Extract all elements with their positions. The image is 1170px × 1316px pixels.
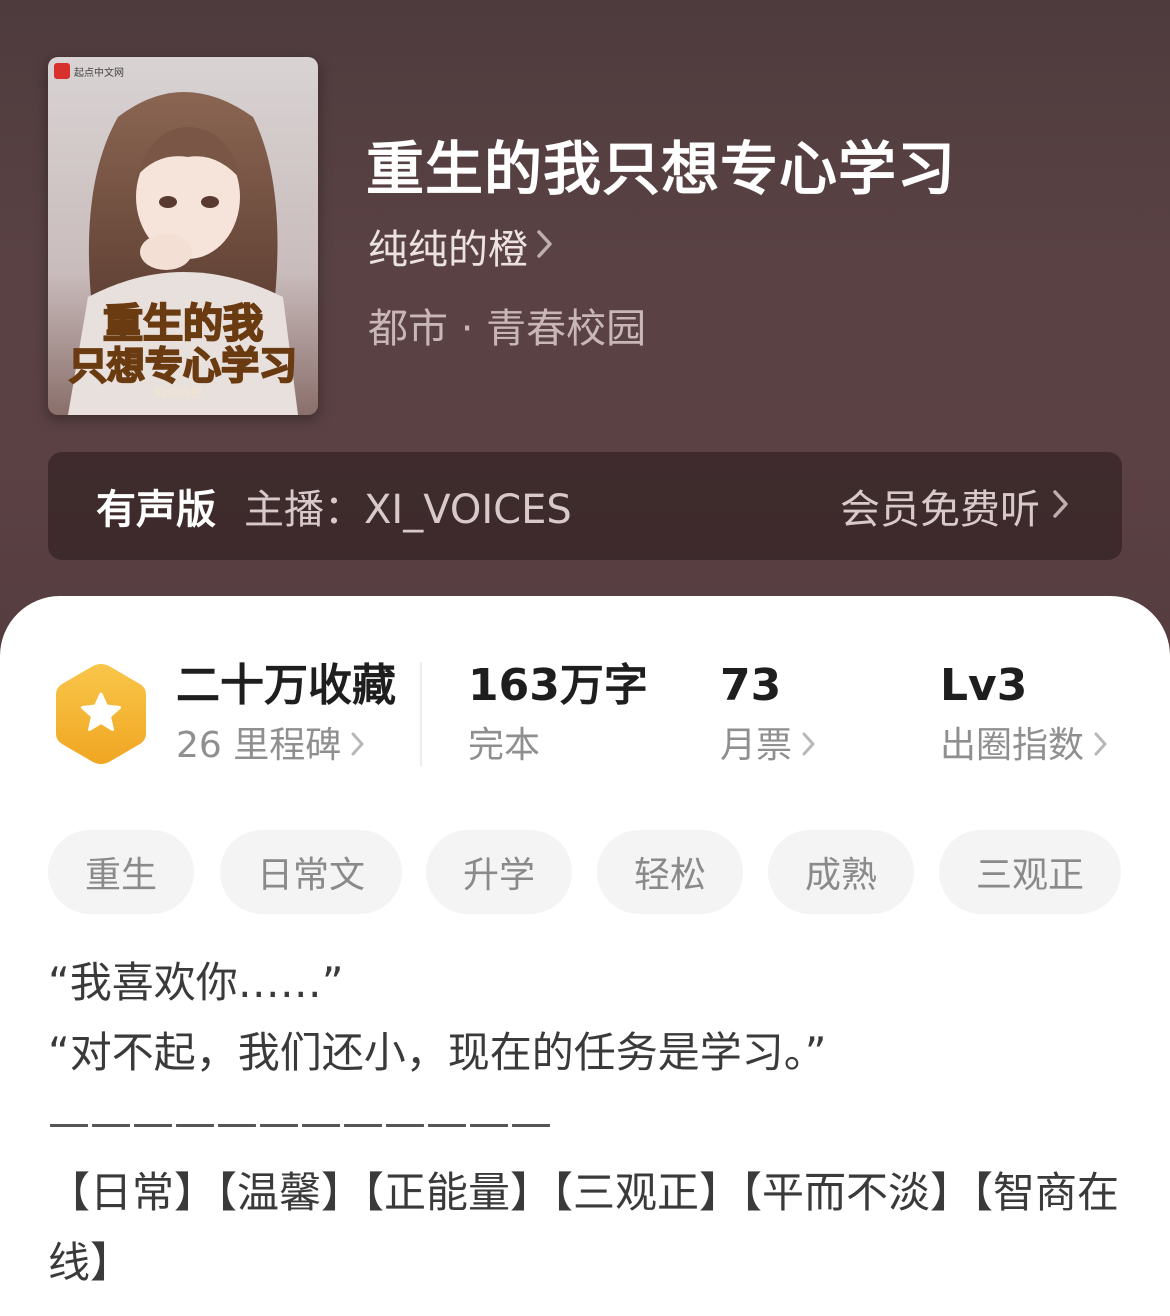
milestones-label: 26 里程碑 bbox=[176, 725, 342, 766]
stat-word-count: 163万字 完本 bbox=[468, 656, 648, 776]
audio-host: 主播：XI_VOICES bbox=[244, 487, 572, 533]
tag-chip[interactable]: 重生 bbox=[48, 830, 194, 914]
tag-chip[interactable]: 成熟 bbox=[768, 830, 914, 914]
monthly-votes-label: 月票 bbox=[720, 725, 793, 766]
audio-cta-label: 会员免费听 bbox=[840, 487, 1040, 533]
tag-list: 重生 日常文 升学 轻松 成熟 三观正 bbox=[48, 830, 1128, 914]
synopsis-divider: ———————————— bbox=[48, 1098, 552, 1147]
cover-illustration: 重生的我 只想专心学习 纯纯的橙 起点中文网 bbox=[48, 57, 318, 415]
chevron-right-icon bbox=[351, 716, 365, 776]
monthly-votes-value: 73 bbox=[720, 660, 782, 711]
chevron-right-icon bbox=[536, 229, 554, 263]
cover-publisher: 起点中文网 bbox=[74, 66, 124, 79]
synopsis-line: “对不起，我们还小，现在的任务是学习。” bbox=[48, 1028, 827, 1077]
cover-title-line1: 重生的我 bbox=[103, 301, 263, 347]
level-value: Lv3 bbox=[940, 660, 1028, 711]
publisher-logo-icon bbox=[54, 63, 70, 79]
book-cover[interactable]: 重生的我 只想专心学习 纯纯的橙 起点中文网 bbox=[48, 57, 318, 415]
book-genre[interactable]: 都市 · 青春校园 bbox=[368, 296, 646, 354]
star-hexagon-badge-icon bbox=[52, 660, 150, 768]
book-title: 重生的我只想专心学习 bbox=[366, 135, 957, 203]
book-synopsis[interactable]: “我喜欢你……” “对不起，我们还小，现在的任务是学习。” ——————————… bbox=[48, 948, 1128, 1298]
stat-level[interactable]: Lv3 出圈指数 bbox=[940, 656, 1108, 776]
stat-collections[interactable]: 二十万收藏 26 里程碑 bbox=[176, 656, 396, 776]
synopsis-line: 【日常】【温馨】【正能量】【三观正】【平而不淡】【智商在线】 bbox=[48, 1168, 1120, 1287]
synopsis-line: “我喜欢你……” bbox=[48, 958, 344, 1007]
level-label: 出圈指数 bbox=[940, 725, 1085, 766]
cover-title-line2: 只想专心学习 bbox=[69, 344, 297, 388]
word-count-value: 163万字 bbox=[468, 660, 648, 711]
chevron-right-icon bbox=[1094, 716, 1108, 776]
chevron-right-icon bbox=[1052, 489, 1070, 523]
tag-chip[interactable]: 轻松 bbox=[597, 830, 743, 914]
collections-value: 二十万收藏 bbox=[176, 660, 396, 711]
tag-chip[interactable]: 升学 bbox=[426, 830, 572, 914]
author-link[interactable]: 纯纯的橙 bbox=[368, 219, 554, 273]
chevron-right-icon bbox=[802, 716, 816, 776]
stats-divider bbox=[420, 662, 422, 766]
tag-chip[interactable]: 三观正 bbox=[939, 830, 1121, 914]
tag-chip[interactable]: 日常文 bbox=[220, 830, 402, 914]
cover-author: 纯纯的橙 bbox=[154, 385, 202, 400]
audio-label: 有声版 bbox=[96, 487, 216, 533]
audio-listen-button[interactable]: 会员免费听 bbox=[840, 452, 1070, 560]
status-label: 完本 bbox=[468, 725, 541, 766]
audio-edition-bar[interactable]: 有声版 主播：XI_VOICES 会员免费听 bbox=[48, 452, 1122, 560]
author-name: 纯纯的橙 bbox=[368, 227, 528, 273]
stat-monthly-votes[interactable]: 73 月票 bbox=[720, 656, 816, 776]
